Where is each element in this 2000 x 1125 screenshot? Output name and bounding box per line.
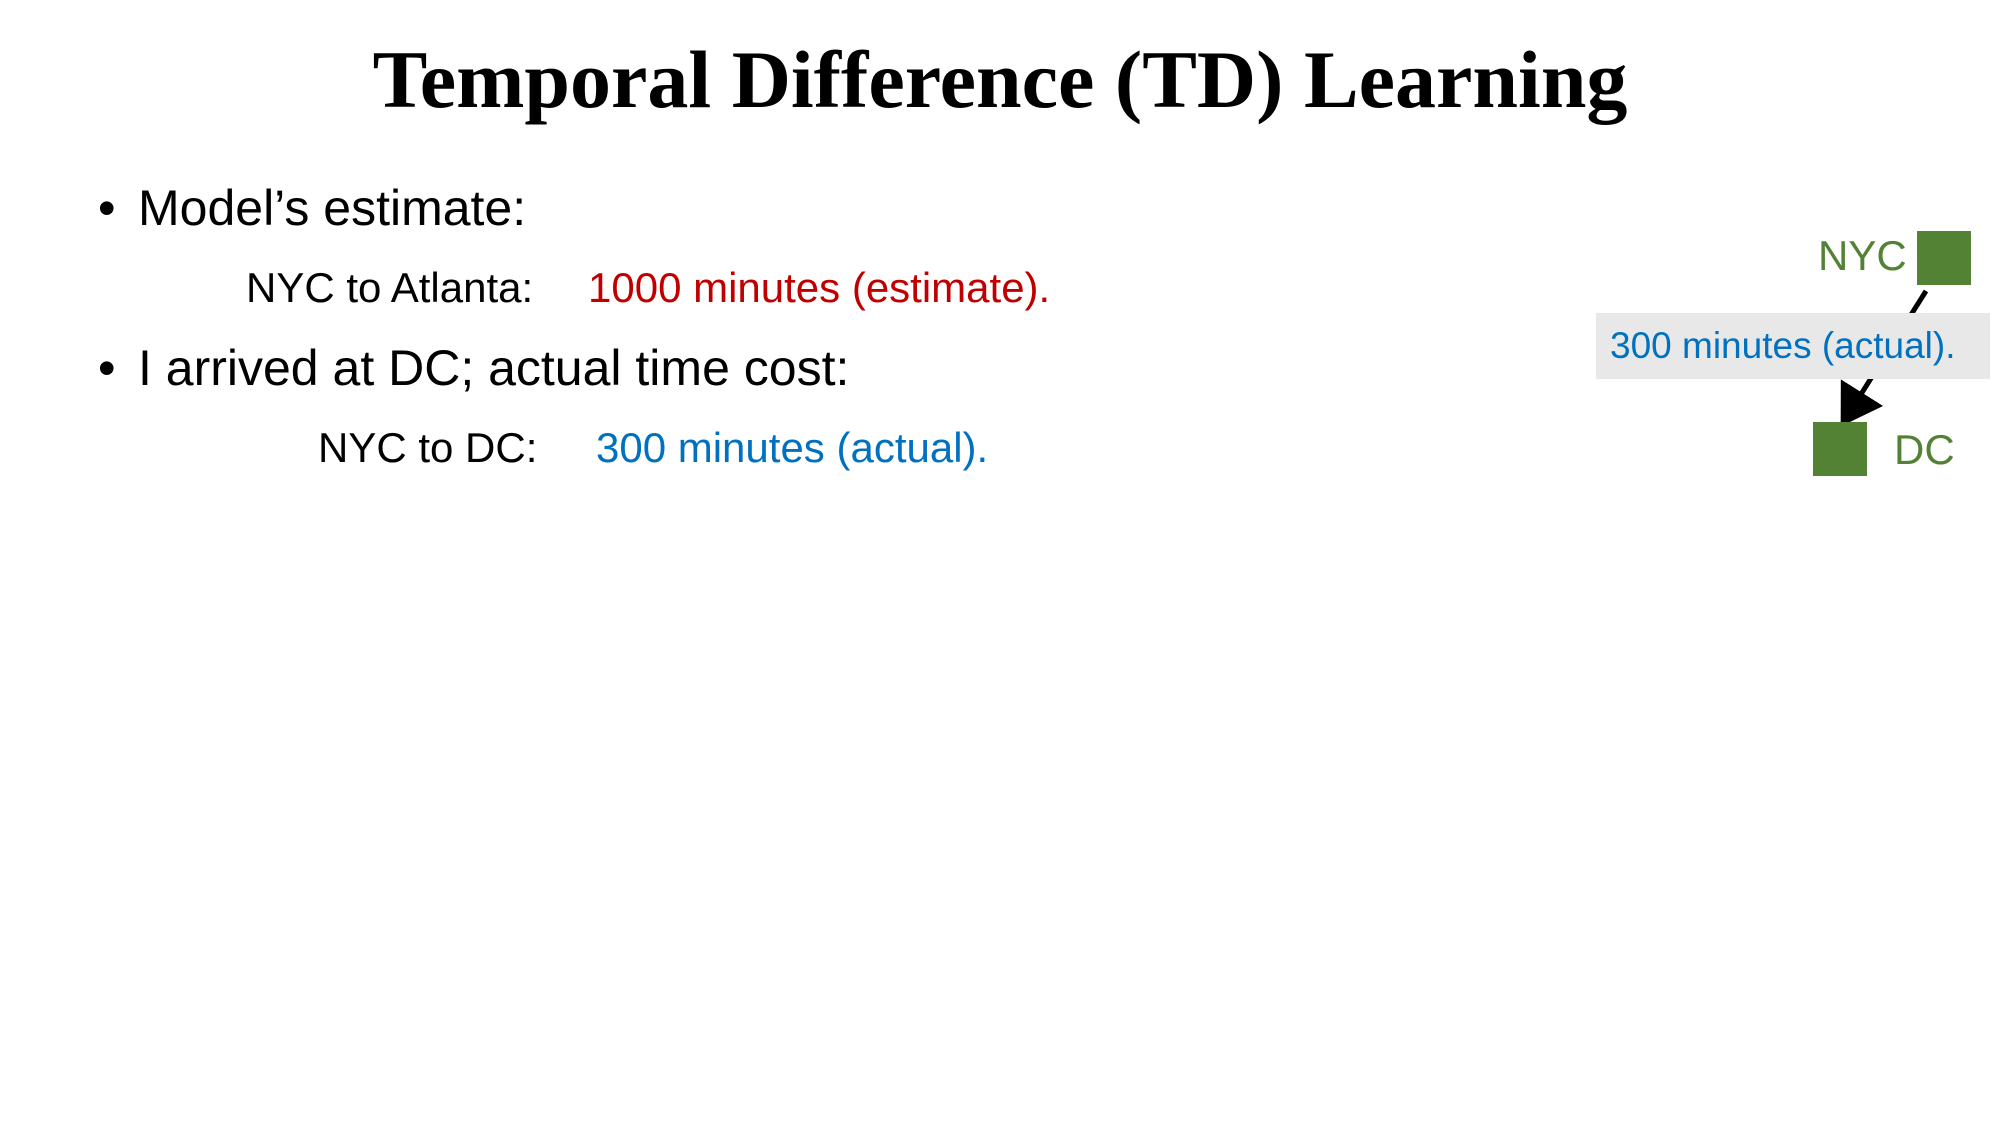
bullet-actual-cost: • I arrived at DC; actual time cost: [98, 338, 849, 398]
city-node-dc [1813, 422, 1867, 476]
bullet-model-estimate: • Model’s estimate: [98, 178, 526, 238]
bullet-text: I arrived at DC; actual time cost: [138, 340, 850, 396]
route-label-nyc-atlanta: NYC to Atlanta: [246, 264, 534, 311]
city-label-dc: DC [1894, 426, 1955, 473]
city-node-nyc [1917, 231, 1971, 285]
city-label-nyc: NYC [1818, 232, 1907, 279]
actual-value: 300 minutes (actual). [596, 424, 989, 471]
route-diagram-edges [1840, 289, 1929, 427]
estimate-value: 1000 minutes (estimate). [588, 264, 1051, 311]
slide-title: Temporal Difference (TD) Learning [372, 34, 1628, 125]
route-label-nyc-dc: NYC to DC: [318, 424, 538, 471]
bullet-text: Model’s estimate: [138, 180, 527, 236]
edge-label-actual: 300 minutes (actual). [1610, 325, 1956, 366]
bullet-marker: • [98, 340, 116, 396]
bullet-marker: • [98, 180, 116, 236]
